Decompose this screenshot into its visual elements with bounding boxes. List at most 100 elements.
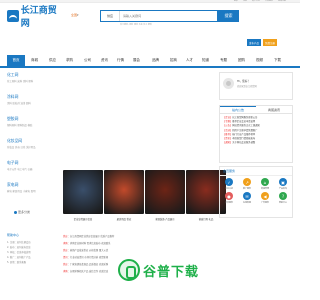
hot-keywords: 热门搜索: 钢材 建材 五金 化工 塑料 <box>120 24 152 26</box>
news-title[interactable]: 热门行业产品推荐榜单 <box>232 133 255 136</box>
category-item[interactable]: 电子网 电子元件 电工电气 仪器 <box>7 160 52 171</box>
news-tag: 【通知】 <box>223 141 233 145</box>
bottom-news-title[interactable]: 行业动态资讯 市场行情分析 商贸新闻 <box>70 256 108 259</box>
help-panel: 帮助中心 1. 注册：如何注册会员 2. 发布：如何发布信息 3. 审核：信息审核说… <box>7 233 59 293</box>
bottom-news-item[interactable]: 供应：长江商贸网企业供应信息展示 优质产品推荐 <box>63 233 233 240</box>
nav-item[interactable]: 下载 <box>270 55 285 66</box>
nav-item[interactable]: 行情 <box>113 55 128 66</box>
site-logo[interactable]: 长江商贸网 <box>7 5 65 28</box>
bottom-news-title[interactable]: 长江商贸网企业供应信息展示 优质产品推荐 <box>70 235 114 238</box>
bottom-news-title[interactable]: 长期求购相关产品 诚信合作 欢迎洽谈 <box>70 270 108 273</box>
nav-item[interactable]: 品牌 <box>148 55 163 66</box>
nav-item[interactable]: 公司 <box>80 55 95 66</box>
nav-item[interactable]: 资讯 <box>97 55 112 66</box>
service-item[interactable]: ● 会员服务 <box>220 192 238 204</box>
product-caption[interactable]: 企业宣传展示信息 <box>63 217 103 221</box>
service-item[interactable]: ↗ 推广服务 <box>238 178 256 190</box>
category-title[interactable]: 塑胶网 <box>7 116 52 122</box>
chevron-down-icon: ▾ <box>77 13 79 17</box>
nav-item[interactable]: 供应 <box>45 55 60 66</box>
nav-item[interactable]: 视频 <box>252 55 267 66</box>
service-item[interactable]: ✉ 在线客服 <box>238 192 256 204</box>
nav-item[interactable]: 展会 <box>129 55 144 66</box>
product-image[interactable] <box>63 170 103 214</box>
location-selector[interactable]: 全国▾ <box>71 13 79 17</box>
news-title[interactable]: 网站资讯服务正式上线通知 <box>232 124 260 127</box>
category-title[interactable]: 家电网 <box>7 182 52 188</box>
category-desc: 家电 家居用品 小家电 照明 <box>7 190 36 193</box>
category-desc: 化妆品 美容 日化 洗护用品 <box>7 146 36 149</box>
service-item[interactable]: ✓ 企业认证 <box>220 178 238 190</box>
category-item[interactable]: 涂料网涂料 胶粘剂 油漆 颜料 <box>7 94 52 105</box>
nav-item[interactable]: 专题 <box>216 55 231 66</box>
category-title[interactable]: 涂料网 <box>7 94 52 100</box>
chart-icon: ↗ <box>243 178 251 186</box>
more-categories-label: 更多分类 <box>18 210 31 214</box>
cube-icon: ▣ <box>279 178 287 186</box>
search-category-select[interactable]: 供应 <box>101 11 120 21</box>
bottom-news-title[interactable]: 求购企业原材料 需求信息发布 欢迎联系 <box>70 242 111 245</box>
top-link[interactable]: 登录 <box>234 0 238 3</box>
bottom-news-title[interactable]: 厂家直销各类商品 品质保证 欢迎采购 <box>70 263 108 266</box>
category-title[interactable]: 化工网 <box>7 72 52 78</box>
news-title[interactable]: 推荐企业会员申请说明 <box>232 120 255 123</box>
category-item[interactable]: 化工网 化工原料 染料 涂料 塑料 <box>7 72 52 83</box>
news-title[interactable]: 新用户注册享受免费推广 <box>232 129 257 132</box>
bottom-news-item[interactable]: 求购：求购企业原材料 需求信息发布 欢迎联系 <box>63 240 233 247</box>
welcome-text: 欢迎来到长江商贸网 <box>237 85 257 88</box>
top-link[interactable]: 注册 <box>243 0 247 3</box>
service-item[interactable]: ◀ 广告服务 <box>256 192 274 204</box>
bottom-news-tag: 供应 <box>63 235 68 238</box>
category-item[interactable]: 化妆品网化妆品 美容 日化 洗护用品 <box>7 138 52 149</box>
service-item[interactable]: ⌂ 商铺管理 <box>256 178 274 190</box>
category-title[interactable]: 电子网 <box>7 160 52 166</box>
product-caption[interactable]: 厨房用品 供应 <box>104 217 144 221</box>
search-button[interactable]: 搜索 <box>218 10 239 22</box>
category-item[interactable]: 塑胶网 塑料原料 塑料制品 橡胶 <box>7 116 52 127</box>
help-item[interactable]: 5. 其他：联系客服 <box>7 260 59 265</box>
services-grid: ✓ 企业认证 ↗ 推广服务 ⌂ 商铺管理 ▣ 产品发布 ● 会员服务 ✉ 在线客服 ◀ 广告服务? 帮助中心 <box>220 176 292 206</box>
news-tag: 【公告】 <box>223 124 233 128</box>
site-name: 长江商贸网 <box>20 5 57 28</box>
category-title[interactable]: 化妆品网 <box>7 138 52 144</box>
top-link[interactable]: 平台服务 <box>265 0 273 3</box>
top-link[interactable]: 商户中心 <box>252 0 260 3</box>
header-button[interactable]: 免费注册 <box>263 39 278 46</box>
bottom-news-item[interactable]: 供应：热销产品批发供应 价格优惠 量大从优 <box>63 247 233 254</box>
nav-item[interactable]: 知道 <box>198 55 213 66</box>
category-item[interactable]: 家电网家电 家居用品 小家电 照明 <box>7 182 52 193</box>
bottom-news-tag: 供应 <box>63 263 68 266</box>
product-tile[interactable]: 企业宣传展示信息 <box>63 170 103 221</box>
news-title[interactable]: 关于网站会员服务调整 <box>232 141 255 144</box>
top-link[interactable]: 网站导航 <box>278 0 286 3</box>
service-label: 商铺管理 <box>260 188 269 190</box>
product-tile[interactable]: 厨房用品 供应 <box>104 170 144 221</box>
bottom-news-tag: 资讯 <box>63 256 68 259</box>
tab-trade-news[interactable]: 商贸资讯 <box>256 106 292 113</box>
nav-item[interactable]: 首页 <box>7 55 25 66</box>
more-categories-link[interactable]: 更多分类 <box>14 210 30 214</box>
news-item[interactable]: 【通知】关于网站会员服务调整 <box>223 141 289 145</box>
bottom-news-title[interactable]: 热销产品批发供应 价格优惠 量大从优 <box>70 249 108 252</box>
product-image[interactable] <box>104 170 144 214</box>
category-desc: 涂料 胶粘剂 油漆 颜料 <box>7 102 31 105</box>
search-input[interactable] <box>120 11 217 21</box>
nav-item[interactable]: 人才 <box>182 55 197 66</box>
nav-item[interactable]: 招商 <box>166 55 181 66</box>
header-button[interactable]: 发布产品 <box>247 39 262 46</box>
tab-announcements[interactable]: 站内公告 <box>220 106 256 113</box>
service-item[interactable]: ? 帮助中心 <box>274 192 292 204</box>
product-caption[interactable]: 家居装饰 产品展示 <box>145 217 185 221</box>
news-tag: 【资讯】 <box>223 137 233 141</box>
nav-item[interactable]: 商城 <box>27 55 42 66</box>
service-item[interactable]: ▣ 产品发布 <box>274 178 292 190</box>
news-title[interactable]: 长江商贸网服务更新公告 <box>232 116 257 119</box>
product-tile[interactable]: 家居装饰 产品展示 <box>145 170 185 221</box>
logo-icon <box>7 10 19 22</box>
nav-item[interactable]: 求购 <box>62 55 77 66</box>
nav-item[interactable]: 团购 <box>234 55 249 66</box>
avatar[interactable] <box>223 78 234 89</box>
news-title[interactable]: 本周商贸行情简报发布 <box>232 137 255 140</box>
service-label: 帮助中心 <box>278 202 287 204</box>
product-image[interactable] <box>145 170 185 214</box>
